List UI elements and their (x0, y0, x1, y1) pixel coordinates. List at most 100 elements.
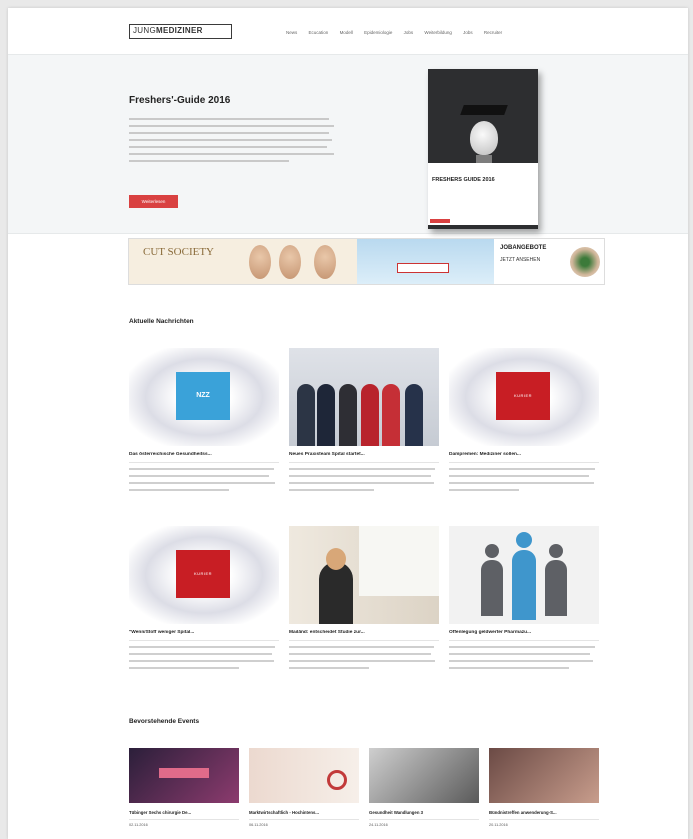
divider (249, 819, 359, 820)
event-title[interactable]: Bündnistreffen anwenderung-S... (489, 810, 599, 815)
nav-item[interactable]: Weiterbildung (424, 30, 451, 35)
site-header: JUNGMEDIZINER News Ecucation Modell Epid… (8, 8, 688, 54)
event-thumbnail[interactable] (249, 748, 359, 803)
person-figure (405, 384, 423, 446)
news-title[interactable]: Offenlegung geldwerter Pharmazu... (449, 630, 599, 635)
event-title[interactable]: Marktwirtschaftlich - Hochintens... (249, 810, 359, 815)
news-excerpt-line (289, 646, 434, 648)
ad-cta-button[interactable] (397, 263, 449, 273)
news-title[interactable]: Neues Praxisteam Spital startet... (289, 452, 439, 457)
person-gray-head (485, 544, 499, 558)
news-thumbnail[interactable]: NZZ (129, 348, 279, 446)
jobs-ad-subtitle: JETZT ANSEHEN (500, 257, 541, 263)
news-excerpt-line (129, 489, 229, 491)
nav-item[interactable]: Modell (340, 30, 353, 35)
nav-item[interactable]: Epidemiologie (364, 30, 392, 35)
main-nav: News Ecucation Modell Epidemiologie Jobs… (286, 30, 512, 35)
divider (449, 462, 599, 463)
news-thumbnail[interactable] (289, 526, 439, 624)
event-thumbnail[interactable] (129, 748, 239, 803)
news-title[interactable]: "Wenn/Stoff weniger Spital... (129, 630, 279, 635)
person-figure (297, 384, 315, 446)
news-excerpt-line (289, 475, 431, 477)
divider (129, 462, 279, 463)
event-date: 02.11.2016 (129, 823, 148, 827)
event-date: 20.11.2016 (489, 823, 508, 827)
logo-text-light: JUNG (133, 26, 156, 35)
society-ad-title: CUT SOCIETY (143, 246, 214, 258)
site-logo[interactable]: JUNGMEDIZINER (129, 24, 232, 39)
event-thumbnail[interactable] (489, 748, 599, 803)
society-ad[interactable]: CUT SOCIETY (129, 239, 357, 284)
nav-item[interactable]: Ecucation (309, 30, 329, 35)
event-thumbnail-accent (159, 768, 209, 778)
hero-text-line (129, 132, 329, 134)
news-excerpt-line (129, 482, 275, 484)
news-excerpt-line (289, 489, 374, 491)
kurier-logo: KURIER (176, 550, 230, 598)
event-title[interactable]: Gesundheit Wandlungen 3 (369, 810, 479, 815)
nav-item[interactable]: News (286, 30, 297, 35)
divider (489, 819, 599, 820)
jobs-ad-title: JOBANGEBOTE (500, 245, 547, 251)
hero-text-line (129, 139, 332, 141)
news-excerpt-line (289, 653, 431, 655)
ad-banner[interactable]: CUT SOCIETY JOBANGEBOTE JETZT ANSEHEN (128, 238, 605, 285)
news-title[interactable]: Das österreichische Gesundheitss... (129, 452, 279, 457)
hero-title: Freshers'-Guide 2016 (129, 95, 231, 106)
news-thumbnail[interactable]: KURIER (129, 526, 279, 624)
news-excerpt-line (449, 667, 569, 669)
person-photo (249, 245, 271, 279)
graduation-cap-icon (460, 105, 508, 115)
jobs-ad[interactable]: JOBANGEBOTE JETZT ANSEHEN (494, 239, 604, 284)
news-excerpt-line (289, 660, 435, 662)
news-title[interactable]: Dampremen: Mediziner sollen... (449, 452, 599, 457)
nav-item[interactable]: Jobs (404, 30, 414, 35)
hero-text-line (129, 146, 327, 148)
news-excerpt-line (449, 468, 595, 470)
freshers-guide-ad[interactable] (357, 239, 494, 284)
hero-text-line (129, 118, 329, 120)
events-section-title: Bevorstehende Events (129, 718, 200, 725)
news-excerpt-line (449, 475, 589, 477)
divider (369, 819, 479, 820)
news-excerpt-line (129, 468, 274, 470)
news-excerpt-line (289, 667, 369, 669)
event-date: 24.11.2016 (369, 823, 388, 827)
news-thumbnail[interactable] (449, 526, 599, 624)
news-excerpt-line (449, 660, 593, 662)
person-blue-head (516, 532, 532, 548)
nav-item[interactable]: Recruiter (484, 30, 502, 35)
person-gray-icon (481, 560, 503, 616)
person-figure (317, 384, 335, 446)
stethoscope-icon (327, 770, 347, 790)
person-photo (279, 245, 301, 279)
speaker-figure (319, 562, 353, 624)
event-date: 06.11.2016 (249, 823, 268, 827)
book-title: FRESHERS GUIDE 2016 (432, 177, 495, 183)
news-thumbnail[interactable] (289, 348, 439, 446)
person-figure (361, 384, 379, 446)
freshers-guide-book[interactable]: FRESHERS GUIDE 2016 (428, 69, 538, 229)
book-accent-strip (430, 219, 450, 223)
news-excerpt-line (449, 482, 594, 484)
news-excerpt-line (449, 653, 590, 655)
hero-text-line (129, 153, 334, 155)
news-excerpt-line (129, 660, 274, 662)
nav-item[interactable]: Jobs (463, 30, 473, 35)
event-thumbnail[interactable] (369, 748, 479, 803)
event-title[interactable]: Tübinger Sechs chirurgie De... (129, 810, 239, 815)
news-title[interactable]: Mailänd: entscheidet Studie zur... (289, 630, 439, 635)
hero-text-line (129, 160, 289, 162)
news-excerpt-line (449, 489, 519, 491)
divider (129, 640, 279, 641)
news-section-title: Aktuelle Nachrichten (129, 318, 194, 325)
news-excerpt-line (129, 646, 275, 648)
page: JUNGMEDIZINER News Ecucation Modell Epid… (8, 8, 688, 839)
news-thumbnail[interactable]: KURIER (449, 348, 599, 446)
person-figure (339, 384, 357, 446)
read-more-button[interactable]: Weiterlesen (129, 195, 178, 208)
person-photo (314, 245, 336, 279)
person-gray-icon (545, 560, 567, 616)
news-excerpt-line (289, 468, 435, 470)
